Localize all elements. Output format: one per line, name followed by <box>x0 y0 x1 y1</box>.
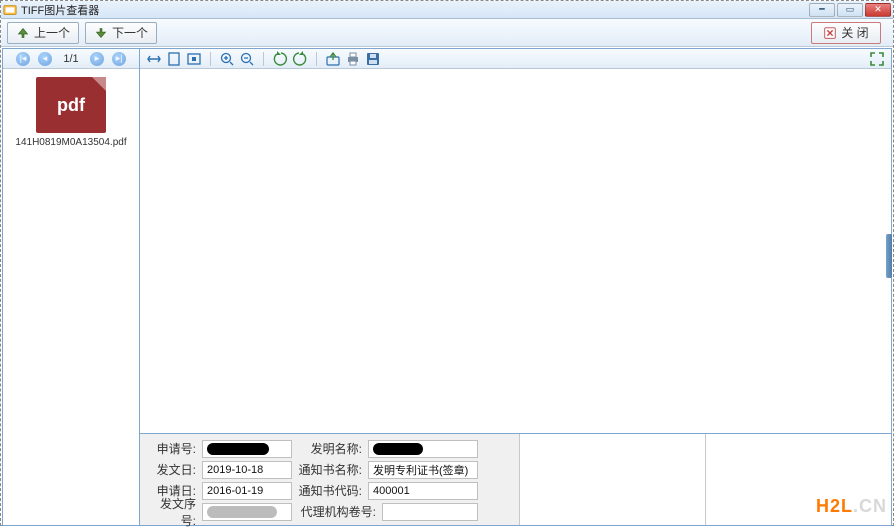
app-window: TIFF图片查看器 ━ ▭ ✕ 上一个 下一个 关 闭 |◂ ◂ 1/1 <box>0 0 894 526</box>
value-dispatch-date: 2019-10-18 <box>202 461 292 479</box>
close-label: 关 闭 <box>841 24 868 41</box>
metadata-form: 申请号: 发明名称: 发文日: 2019-10-18 通知书名称: 发明专利证书… <box>140 434 520 525</box>
value-invention-name <box>368 440 478 458</box>
zoom-in-icon[interactable] <box>219 51 235 67</box>
actual-size-icon[interactable] <box>186 51 202 67</box>
page-indicator: 1/1 <box>60 53 82 65</box>
label-agency-volume: 代理机构卷号: <box>298 503 376 520</box>
viewer-toolbar <box>140 49 891 69</box>
prev-file-button[interactable]: 上一个 <box>7 22 79 44</box>
rotate-left-icon[interactable] <box>272 51 288 67</box>
label-application-no: 申请号: <box>146 440 196 457</box>
label-notice-code: 通知书代码: <box>298 482 362 499</box>
title-bar: TIFF图片查看器 ━ ▭ ✕ <box>1 1 893 19</box>
export-icon[interactable] <box>325 51 341 67</box>
fit-page-icon[interactable] <box>166 51 182 67</box>
watermark-b: .CN <box>853 496 887 516</box>
window-title: TIFF图片查看器 <box>21 2 809 18</box>
value-application-date: 2016-01-19 <box>202 482 292 500</box>
minimize-button[interactable]: ━ <box>809 3 835 17</box>
thumbnail-panel: |◂ ◂ 1/1 ▸ ▸| pdf 141H0819M0A13504.pdf <box>3 49 140 525</box>
label-dispatch-date: 发文日: <box>146 461 196 478</box>
nav-first-button[interactable]: |◂ <box>16 52 30 66</box>
maximize-button[interactable]: ▭ <box>837 3 863 17</box>
nav-prev-button[interactable]: ◂ <box>38 52 52 66</box>
save-icon[interactable] <box>365 51 381 67</box>
fullscreen-icon[interactable] <box>869 51 885 67</box>
value-application-no <box>202 440 292 458</box>
image-canvas[interactable] <box>140 69 891 433</box>
arrow-up-icon <box>16 26 30 40</box>
label-dispatch-seq: 发文序号: <box>146 495 196 529</box>
pdf-badge-text: pdf <box>57 95 85 116</box>
close-icon <box>823 26 837 40</box>
nav-last-button[interactable]: ▸| <box>112 52 126 66</box>
main-toolbar: 上一个 下一个 关 闭 <box>1 19 893 47</box>
label-notice-name: 通知书名称: <box>298 461 362 478</box>
close-button[interactable]: 关 闭 <box>811 22 881 44</box>
thumbnail-item[interactable]: pdf 141H0819M0A13504.pdf <box>7 77 135 148</box>
thumbnail-list: pdf 141H0819M0A13504.pdf <box>3 69 139 525</box>
print-icon[interactable] <box>345 51 361 67</box>
label-invention-name: 发明名称: <box>298 440 362 457</box>
client-area: |◂ ◂ 1/1 ▸ ▸| pdf 141H0819M0A13504.pdf <box>2 48 892 526</box>
viewer-panel: 申请号: 发明名称: 发文日: 2019-10-18 通知书名称: 发明专利证书… <box>140 49 891 525</box>
metadata-panel: 申请号: 发明名称: 发文日: 2019-10-18 通知书名称: 发明专利证书… <box>140 433 891 525</box>
value-dispatch-seq <box>202 503 292 521</box>
prev-file-label: 上一个 <box>34 24 70 41</box>
value-notice-name: 发明专利证书(签章) <box>368 461 478 479</box>
watermark-a: H2L <box>816 496 853 516</box>
pdf-thumbnail-icon: pdf <box>36 77 106 133</box>
scrollbar-thumb[interactable] <box>886 234 892 278</box>
window-buttons: ━ ▭ ✕ <box>809 3 891 17</box>
zoom-out-icon[interactable] <box>239 51 255 67</box>
nav-next-button[interactable]: ▸ <box>90 52 104 66</box>
fit-width-icon[interactable] <box>146 51 162 67</box>
value-notice-code: 400001 <box>368 482 478 500</box>
arrow-down-icon <box>94 26 108 40</box>
empty-box-1 <box>520 434 706 525</box>
watermark: H2L.CN <box>816 496 887 517</box>
close-window-button[interactable]: ✕ <box>865 3 891 17</box>
page-nav-bar: |◂ ◂ 1/1 ▸ ▸| <box>3 49 139 69</box>
value-agency-volume <box>382 503 478 521</box>
rotate-right-icon[interactable] <box>292 51 308 67</box>
next-file-label: 下一个 <box>112 24 148 41</box>
next-file-button[interactable]: 下一个 <box>85 22 157 44</box>
app-icon <box>3 3 17 17</box>
thumbnail-filename: 141H0819M0A13504.pdf <box>7 137 135 148</box>
